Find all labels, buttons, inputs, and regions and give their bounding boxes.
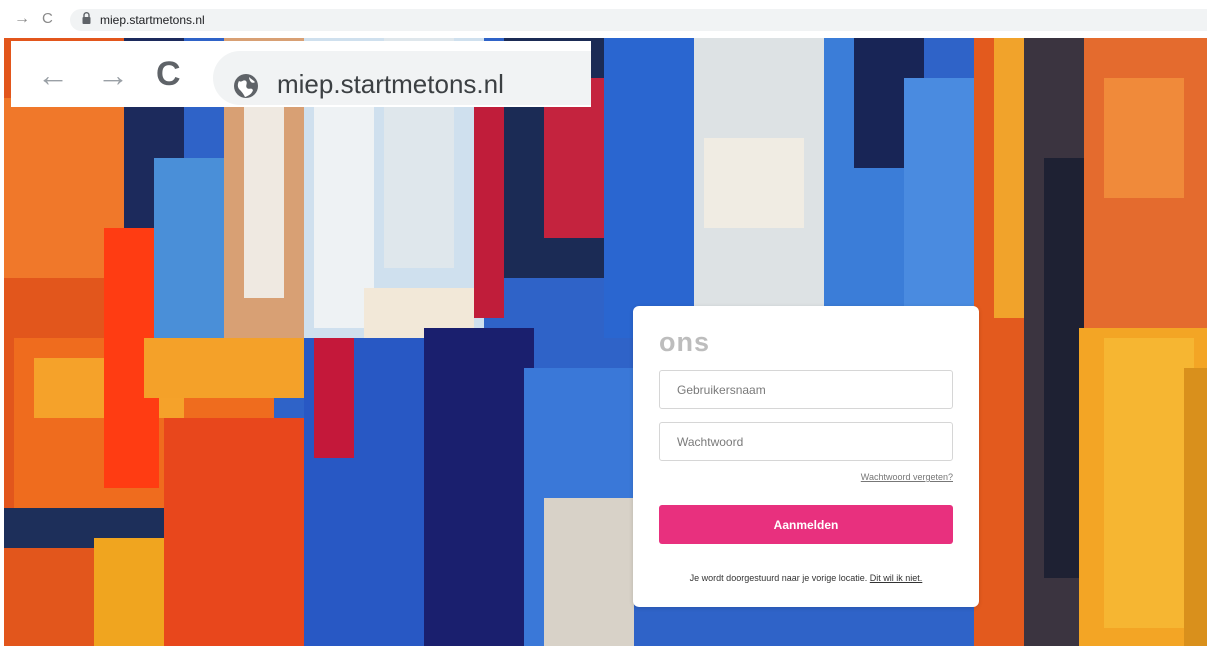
reload-icon[interactable]: C bbox=[42, 9, 53, 29]
back-arrow-icon[interactable]: ← bbox=[37, 59, 69, 91]
login-button[interactable]: Aanmelden bbox=[659, 505, 953, 544]
redirect-note: Je wordt doorgestuurd naar je vorige loc… bbox=[633, 572, 979, 584]
globe-icon bbox=[234, 74, 258, 98]
lock-icon bbox=[82, 12, 91, 24]
ons-logo: ons bbox=[659, 327, 711, 357]
forward-icon[interactable]: → bbox=[14, 9, 30, 29]
forward-arrow-icon[interactable]: → bbox=[97, 59, 129, 91]
forgot-password-link[interactable]: Wachtwoord vergeten? bbox=[861, 471, 953, 483]
redirect-cancel-link[interactable]: Dit wil ik niet. bbox=[870, 573, 923, 583]
username-input[interactable] bbox=[659, 370, 953, 409]
redirect-note-text: Je wordt doorgestuurd naar je vorige loc… bbox=[689, 573, 868, 583]
reload-icon[interactable]: C bbox=[156, 56, 181, 92]
background-painting bbox=[4, 38, 1207, 646]
address-bar-url[interactable]: miep.startmetons.nl bbox=[100, 12, 205, 28]
address-bar[interactable] bbox=[70, 9, 1207, 31]
password-input[interactable] bbox=[659, 422, 953, 461]
browser-toolbar: → C miep.startmetons.nl bbox=[0, 0, 1207, 38]
login-card: ons Wachtwoord vergeten? Aanmelden Je wo… bbox=[633, 306, 979, 607]
zoomed-url-text[interactable]: miep.startmetons.nl bbox=[277, 68, 504, 100]
